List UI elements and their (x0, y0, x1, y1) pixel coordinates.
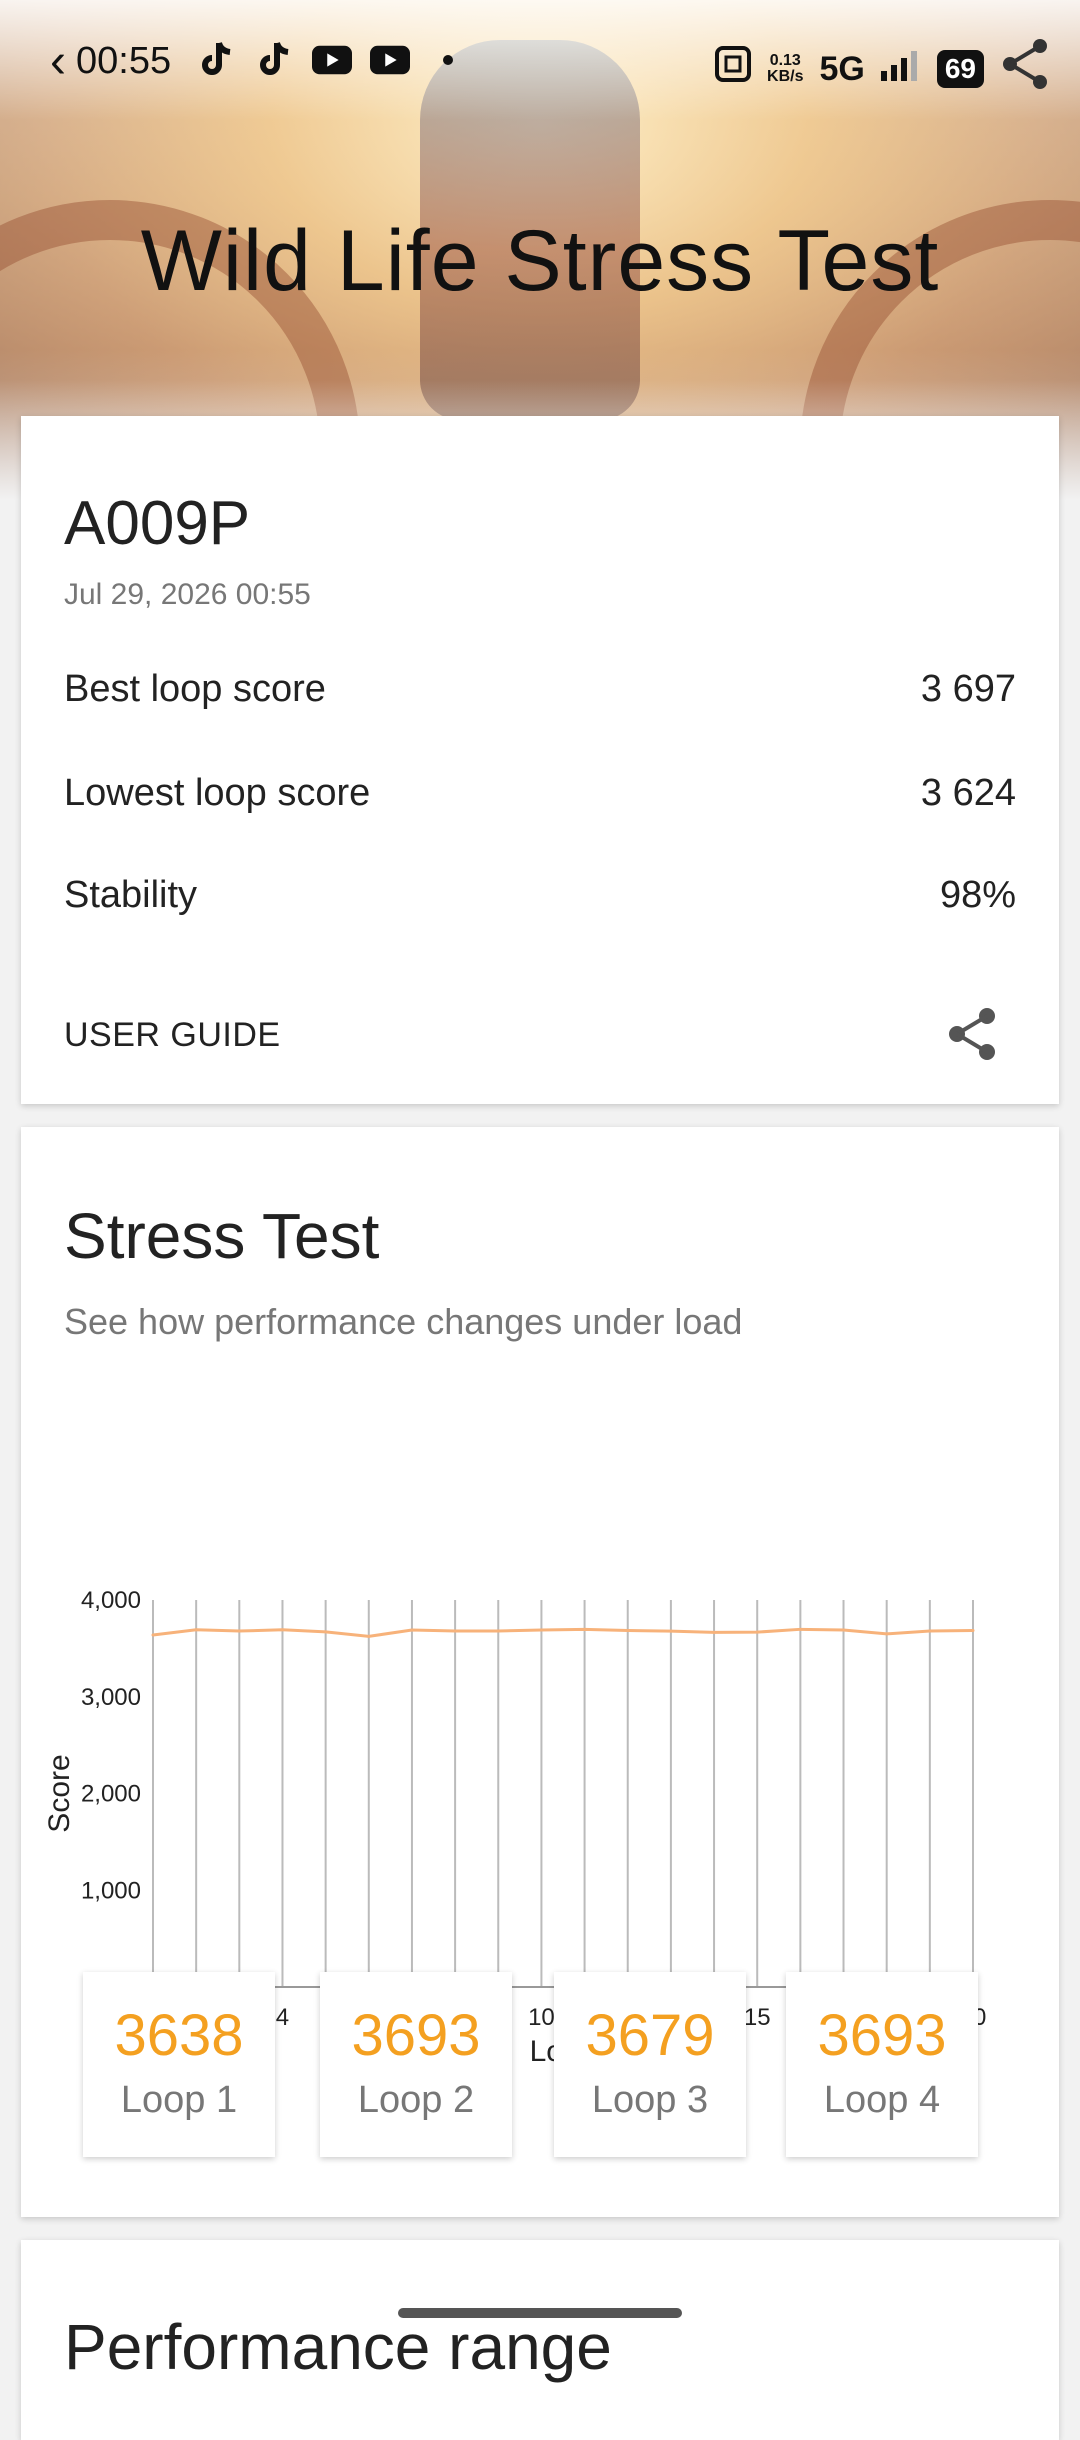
y-axis-label: Score (43, 1754, 76, 1832)
test-date: Jul 29, 2026 00:55 (64, 578, 311, 611)
data-point (712, 1630, 716, 1634)
device-name: A009P (64, 489, 251, 558)
status-bar: ‹ 00:55 0.13 KB/s 5G 69 (0, 30, 1080, 96)
tiktok-icon (196, 40, 236, 80)
back-arrow-icon[interactable]: ‹ (50, 34, 66, 89)
y-tick-label: 2,000 (81, 1781, 141, 1808)
data-point (842, 1628, 846, 1632)
lowest-loop-row: Lowest loop score 3 624 (64, 772, 1016, 814)
page-title: Wild Life Stress Test (140, 213, 940, 309)
loop-score-label: Loop 4 (823, 2079, 941, 2121)
dot-icon (428, 40, 468, 80)
status-right: 0.13 KB/s 5G 69 (715, 38, 1050, 100)
loop-score-value: 3693 (817, 2003, 947, 2068)
y-tick-label: 3,000 (81, 1684, 141, 1711)
data-point (410, 1628, 414, 1632)
performance-range-title: Performance range (64, 2311, 612, 2383)
net-speed: 0.13 KB/s (767, 52, 804, 85)
x-tick-label: 15 (744, 2004, 771, 2031)
tiktok-icon (254, 40, 294, 80)
y-tick-label: 4,000 (81, 1587, 141, 1614)
data-point (583, 1627, 587, 1631)
y-tick-label: 1,000 (81, 1877, 141, 1904)
loop-score-box: 3638 Loop 1 (83, 1972, 275, 2157)
loop-score-label: Loop 2 (357, 2079, 475, 2121)
data-point (669, 1629, 673, 1633)
loop-score-value: 3693 (351, 2003, 481, 2068)
data-point (798, 1627, 802, 1631)
data-point (626, 1628, 630, 1632)
data-point (194, 1628, 198, 1632)
user-guide-link[interactable]: USER GUIDE (64, 1016, 281, 1055)
data-point (453, 1629, 457, 1633)
data-point (280, 1628, 284, 1632)
loop-score-label: Loop 1 (120, 2079, 238, 2121)
best-loop-row: Best loop score 3 697 (64, 668, 1016, 710)
data-point (539, 1628, 543, 1632)
home-indicator[interactable] (398, 2308, 682, 2318)
data-point (151, 1633, 155, 1637)
stability-row: Stability 98% (64, 874, 1016, 916)
share-icon[interactable] (945, 1006, 1001, 1062)
battery-icon: 69 (936, 50, 984, 88)
series-line (152, 1627, 974, 1638)
network-type: 5G (819, 49, 865, 88)
loop-score-box: 3679 Loop 3 (554, 1972, 746, 2157)
nfc-icon (715, 46, 752, 92)
status-time: 00:55 (76, 40, 172, 82)
signal-icon (880, 48, 921, 91)
youtube-icon (312, 40, 352, 80)
stress-test-title: Stress Test (64, 1200, 380, 1272)
notification-icons (196, 40, 468, 80)
data-point (324, 1630, 328, 1634)
loop-score-label: Loop 3 (591, 2079, 709, 2121)
share-icon[interactable] (1000, 38, 1050, 100)
stress-test-card: Stress Test See how performance changes … (21, 1127, 1059, 2217)
stress-test-subtitle: See how performance changes under load (64, 1301, 743, 1342)
data-point (237, 1629, 241, 1633)
youtube-icon (370, 40, 410, 80)
performance-range-card: Performance range (21, 2240, 1059, 2440)
x-tick-label: 10 (528, 2004, 555, 2031)
loop-score-box: 3693 Loop 4 (786, 1972, 978, 2157)
data-point (496, 1629, 500, 1633)
summary-card: A009P Jul 29, 2026 00:55 Best loop score… (21, 416, 1059, 1104)
loop-score-box: 3693 Loop 2 (320, 1972, 512, 2157)
data-point (885, 1632, 889, 1636)
data-point (367, 1634, 371, 1638)
data-point (928, 1629, 932, 1633)
loop-score-value: 3679 (585, 2003, 715, 2068)
x-tick-label: 4 (276, 2004, 289, 2031)
data-point (971, 1628, 975, 1632)
data-point (755, 1630, 759, 1634)
loop-score-value: 3638 (114, 2003, 244, 2068)
